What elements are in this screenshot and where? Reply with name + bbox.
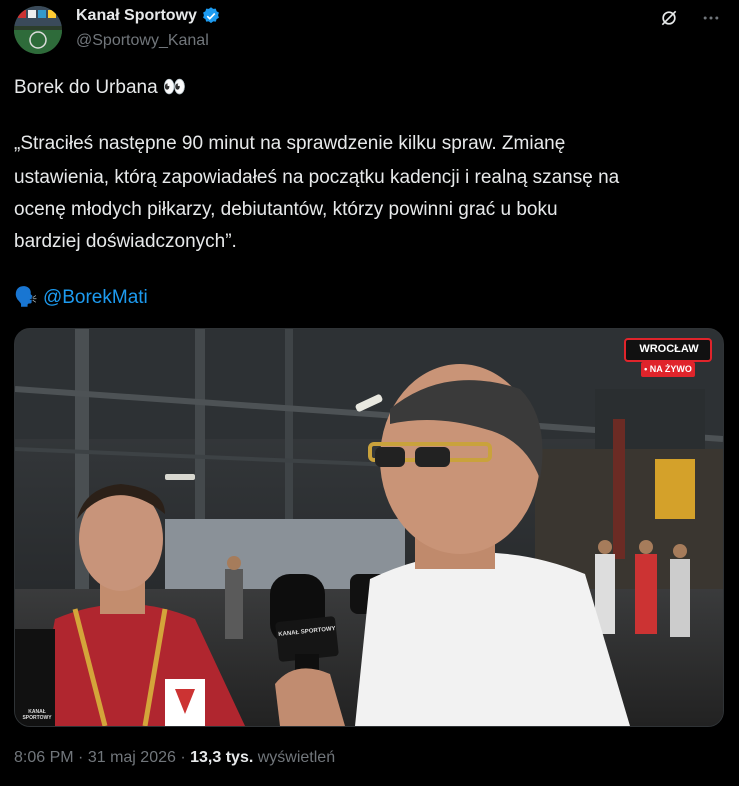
tweet-quote-line: ocenę młodych piłkarzy, debiutantów, któ… [14, 199, 558, 220]
mic-flag-label-left: KANAŁ SPORTOWY [22, 709, 52, 721]
mention-link[interactable]: @BorekMati [43, 287, 148, 308]
video-media[interactable]: WROCŁAW • NA ŻYWO KANAŁ SPORTOWY KANAŁ S… [14, 328, 724, 727]
author-name[interactable]: Kanał Sportowy [76, 7, 197, 25]
speaking-head-icon: 🗣️ [14, 287, 38, 308]
tweet-time[interactable]: 8:06 PM [14, 749, 74, 766]
views-label: wyświetleń [257, 749, 336, 766]
tweet-quote-line: „Straciłeś następne 90 minut na sprawdze… [14, 133, 566, 154]
mention-row: 🗣️ @BorekMati [14, 284, 148, 312]
tweet-meta: 8:06 PM · 31 maj 2026 · 13,3 tys. wyświe… [14, 749, 335, 767]
verified-badge-icon [202, 7, 219, 24]
separator: · [180, 749, 186, 766]
views-count: 13,3 tys. [190, 749, 254, 766]
tweet: Kanał Sportowy @Sportowy_Kanal Borek do … [0, 0, 739, 786]
tweet-quote-line: bardziej doświadczonych”. [14, 231, 237, 252]
separator: · [78, 749, 84, 766]
avatar[interactable] [14, 6, 62, 54]
video-frame [15, 329, 723, 726]
avatar-image [14, 6, 62, 54]
tweet-date[interactable]: 31 maj 2026 [88, 749, 176, 766]
live-badge: • NA ŻYWO [644, 364, 692, 374]
author-handle[interactable]: @Sportowy_Kanal [76, 32, 209, 50]
tweet-text-line1: Borek do Urbana 👀 [14, 77, 187, 98]
location-badge: WROCŁAW [639, 343, 699, 355]
top-actions [659, 8, 721, 28]
author-name-row[interactable]: Kanał Sportowy [76, 6, 221, 26]
tweet-quote-line: ustawienia, którą zapowiadałeś na począt… [14, 167, 620, 188]
grok-icon[interactable] [659, 8, 679, 28]
more-options-icon[interactable] [701, 8, 721, 28]
